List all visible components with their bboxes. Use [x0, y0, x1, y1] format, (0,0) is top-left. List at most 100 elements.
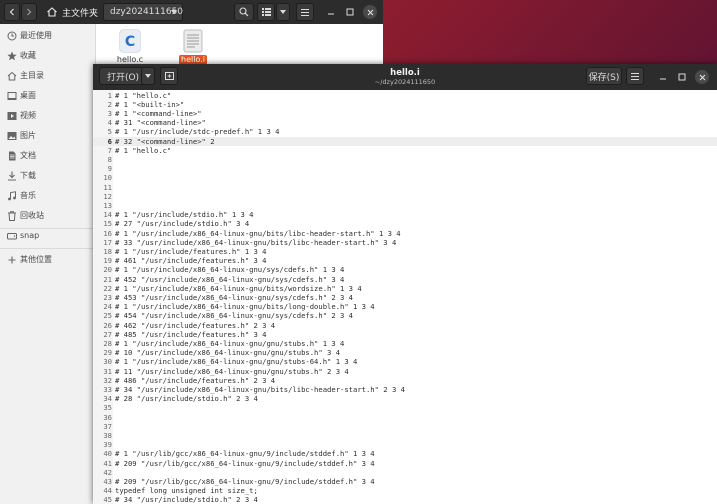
- home-icon: [47, 7, 57, 17]
- sidebar-item-starred[interactable]: 收藏: [0, 46, 96, 66]
- hamburger-icon: [301, 8, 309, 16]
- code-line[interactable]: 2 # 1 "<built-in>": [93, 100, 717, 109]
- code-line[interactable]: 32 # 486 "/usr/include/features.h" 2 3 4: [93, 376, 717, 385]
- line-text: # 1 "/usr/lib/gcc/x86_64-linux-gnu/9/inc…: [115, 449, 375, 459]
- code-line[interactable]: 44 typedef long unsigned int size_t;: [93, 486, 717, 495]
- code-line[interactable]: 8: [93, 155, 717, 164]
- line-number: 18: [103, 246, 112, 256]
- code-line[interactable]: 14 # 1 "/usr/include/stdio.h" 1 3 4: [93, 210, 717, 219]
- line-text: # 209 "/usr/lib/gcc/x86_64-linux-gnu/9/i…: [115, 458, 375, 468]
- line-text: # 1 "/usr/include/x86_64-linux-gnu/bits/…: [115, 302, 375, 312]
- close-button[interactable]: [363, 5, 377, 19]
- code-line[interactable]: 17 # 33 "/usr/include/x86_64-linux-gnu/bi…: [93, 238, 717, 247]
- sidebar-item-trash[interactable]: 回收站: [0, 206, 96, 226]
- menu-button[interactable]: [296, 3, 314, 21]
- path-home-segment[interactable]: 主文件夹: [62, 0, 98, 24]
- code-line[interactable]: 21 # 452 "/usr/include/x86_64-linux-gnu/s…: [93, 275, 717, 284]
- sidebar-item-downloads[interactable]: 下载: [0, 166, 96, 186]
- sidebar-item-snap[interactable]: snap: [0, 226, 96, 246]
- code-editor[interactable]: 1 # 1 "hello.c" 2 # 1 "<built-in>" 3 # 1 "<co…: [93, 90, 717, 504]
- maximize-button[interactable]: [343, 3, 357, 21]
- sidebar-item-documents[interactable]: 文档: [0, 146, 96, 166]
- code-line[interactable]: 16 # 1 "/usr/include/x86_64-linux-gnu/bit…: [93, 229, 717, 238]
- code-line[interactable]: 13: [93, 201, 717, 210]
- sidebar-item-label: 文档: [20, 151, 36, 160]
- back-button[interactable]: [4, 3, 20, 21]
- line-text: # 32 "<command-line>" 2: [115, 136, 215, 146]
- code-line[interactable]: 28 # 1 "/usr/include/x86_64-linux-gnu/gnu…: [93, 339, 717, 348]
- code-line[interactable]: 35: [93, 403, 717, 412]
- code-line[interactable]: 1 # 1 "hello.c": [93, 91, 717, 100]
- sidebar-item-desktop[interactable]: 桌面: [0, 86, 96, 106]
- code-line[interactable]: 25 # 454 "/usr/include/x86_64-linux-gnu/s…: [93, 311, 717, 320]
- caret-down-icon: [171, 10, 177, 14]
- path-current-folder[interactable]: dzy2024111650: [103, 3, 183, 21]
- code-line[interactable]: 43 # 209 "/usr/lib/gcc/x86_64-linux-gnu/9…: [93, 477, 717, 486]
- line-number: 40: [103, 449, 112, 459]
- code-line[interactable]: 31 # 11 "/usr/include/x86_64-linux-gnu/gn…: [93, 367, 717, 376]
- video-icon: [7, 112, 17, 120]
- trash-icon: [8, 211, 16, 221]
- view-list-button[interactable]: [257, 3, 275, 21]
- code-line[interactable]: 20 # 1 "/usr/include/x86_64-linux-gnu/sys…: [93, 265, 717, 274]
- line-number: 32: [103, 375, 112, 385]
- places-sidebar: 最近使用 收藏 主目录 桌面 视频 图片 文档 下载 音乐 回收站 snap 其…: [0, 24, 96, 504]
- code-line[interactable]: 39: [93, 440, 717, 449]
- sidebar-item-recent[interactable]: 最近使用: [0, 26, 96, 46]
- code-line[interactable]: 27 # 485 "/usr/include/features.h" 3 4: [93, 330, 717, 339]
- line-number: 17: [103, 237, 112, 247]
- line-number: 27: [103, 329, 112, 339]
- code-line[interactable]: 23 # 453 "/usr/include/x86_64-linux-gnu/s…: [93, 293, 717, 302]
- code-line[interactable]: 42: [93, 468, 717, 477]
- code-line[interactable]: 34 # 28 "/usr/include/stdio.h" 2 3 4: [93, 394, 717, 403]
- line-text: # 1 "/usr/include/x86_64-linux-gnu/bits/…: [115, 228, 401, 238]
- minimize-button[interactable]: [656, 70, 670, 84]
- code-line[interactable]: 3 # 1 "<command-line>": [93, 109, 717, 118]
- close-button[interactable]: [695, 70, 709, 84]
- line-text: # 1 "/usr/include/x86_64-linux-gnu/sys/c…: [115, 265, 345, 275]
- code-line[interactable]: 6 # 32 "<command-line>" 2: [93, 136, 717, 146]
- code-line[interactable]: 40 # 1 "/usr/lib/gcc/x86_64-linux-gnu/9/i…: [93, 449, 717, 458]
- sidebar-item-music[interactable]: 音乐: [0, 186, 96, 206]
- line-text: # 453 "/usr/include/x86_64-linux-gnu/sys…: [115, 292, 353, 302]
- code-line[interactable]: 38: [93, 431, 717, 440]
- file-item-hello-i[interactable]: hello.i: [170, 29, 216, 65]
- forward-button[interactable]: [21, 3, 37, 21]
- code-line[interactable]: 36: [93, 413, 717, 422]
- code-line[interactable]: 24 # 1 "/usr/include/x86_64-linux-gnu/bit…: [93, 302, 717, 311]
- code-line[interactable]: 26 # 462 "/usr/include/features.h" 2 3 4: [93, 321, 717, 330]
- code-line[interactable]: 11: [93, 183, 717, 192]
- download-icon: [8, 171, 16, 181]
- code-line[interactable]: 9: [93, 164, 717, 173]
- code-line[interactable]: 18 # 1 "/usr/include/features.h" 1 3 4: [93, 247, 717, 256]
- code-line[interactable]: 19 # 461 "/usr/include/features.h" 3 4: [93, 256, 717, 265]
- code-line[interactable]: 45 # 34 "/usr/include/stdio.h" 2 3 4: [93, 495, 717, 504]
- line-number: 12: [103, 191, 112, 201]
- search-button[interactable]: [234, 3, 254, 21]
- code-line[interactable]: 41 # 209 "/usr/lib/gcc/x86_64-linux-gnu/9…: [93, 459, 717, 468]
- code-line[interactable]: 5 # 1 "/usr/include/stdc-predef.h" 1 3 4: [93, 127, 717, 136]
- view-options-button[interactable]: [276, 3, 290, 21]
- code-line[interactable]: 4 # 31 "<command-line>": [93, 118, 717, 127]
- code-line[interactable]: 12: [93, 192, 717, 201]
- code-line[interactable]: 30 # 1 "/usr/include/x86_64-linux-gnu/gnu…: [93, 357, 717, 366]
- code-line[interactable]: 15 # 27 "/usr/include/stdio.h" 3 4: [93, 219, 717, 228]
- code-line[interactable]: 37: [93, 422, 717, 431]
- code-line[interactable]: 22 # 1 "/usr/include/x86_64-linux-gnu/bit…: [93, 284, 717, 293]
- sidebar-item-other-locations[interactable]: 其他位置: [0, 250, 96, 270]
- sidebar-item-home[interactable]: 主目录: [0, 66, 96, 86]
- code-line[interactable]: 7 # 1 "hello.c": [93, 146, 717, 155]
- hamburger-icon: [631, 72, 639, 80]
- code-line[interactable]: 33 # 34 "/usr/include/x86_64-linux-gnu/bi…: [93, 385, 717, 394]
- menu-button[interactable]: [626, 67, 644, 85]
- save-button[interactable]: 保存(S): [586, 67, 622, 85]
- chevron-right-icon: [27, 8, 32, 16]
- sidebar-item-pictures[interactable]: 图片: [0, 126, 96, 146]
- code-line[interactable]: 10: [93, 173, 717, 182]
- file-item-hello-c[interactable]: C hello.c: [107, 29, 153, 65]
- sidebar-item-videos[interactable]: 视频: [0, 106, 96, 126]
- line-text: # 486 "/usr/include/features.h" 2 3 4: [115, 375, 276, 385]
- maximize-button[interactable]: [675, 70, 689, 84]
- minimize-button[interactable]: [324, 3, 338, 21]
- code-line[interactable]: 29 # 10 "/usr/include/x86_64-linux-gnu/gn…: [93, 348, 717, 357]
